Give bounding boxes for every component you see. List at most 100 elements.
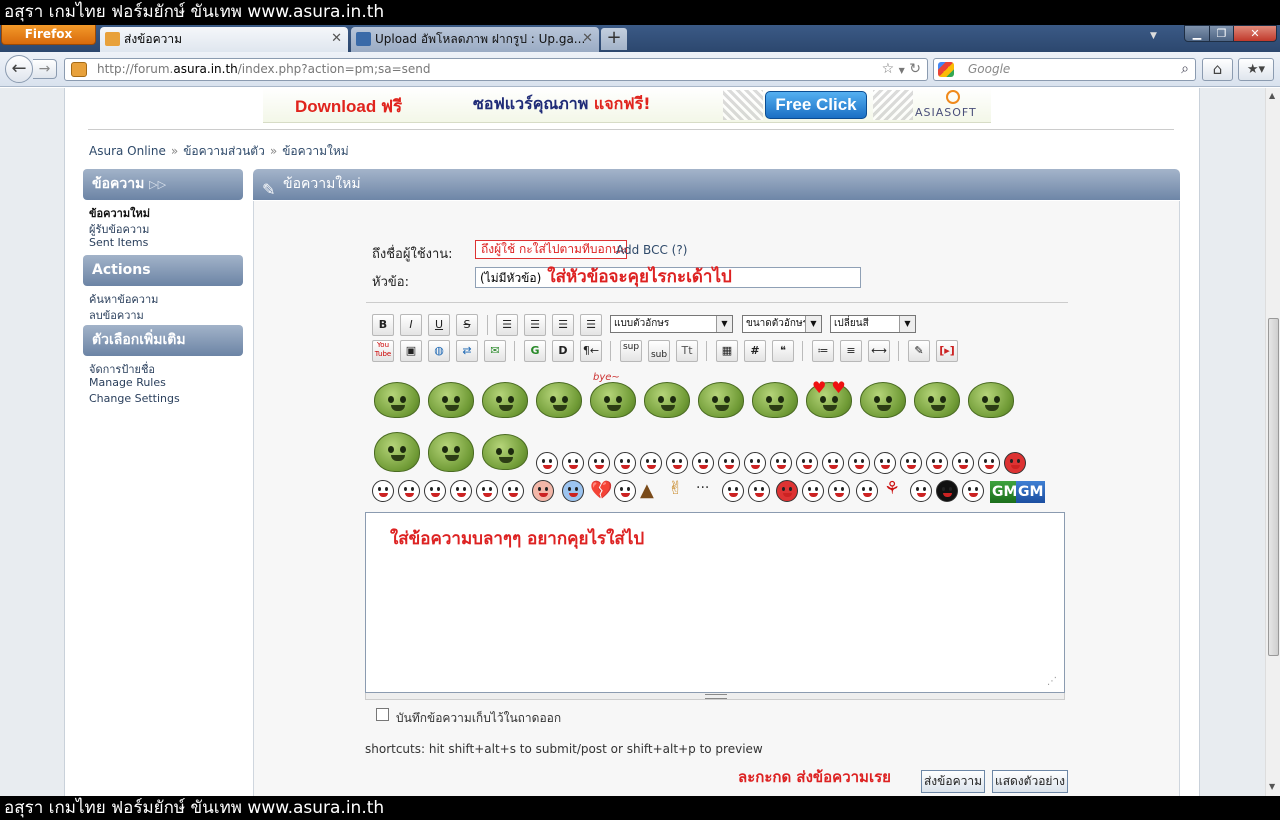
emoticon-face-icon[interactable] — [926, 452, 948, 474]
emoticon-blob-icon[interactable] — [914, 382, 960, 418]
sidebar-item-rules[interactable]: Manage Rules — [89, 376, 166, 389]
quote-icon[interactable]: ❝ — [772, 340, 794, 362]
gm-emoticon-blue[interactable]: GM — [1016, 481, 1046, 503]
emoticon-face-icon[interactable] — [848, 452, 870, 474]
font-size-select[interactable]: ขนาดตัวอักษร ▼ — [742, 315, 822, 333]
emoticon-face-icon[interactable] — [900, 452, 922, 474]
poop-icon[interactable]: ▲ — [640, 480, 654, 501]
bookmark-star-icon[interactable]: ☆ — [882, 61, 895, 77]
rtl-icon[interactable]: ¶← — [580, 340, 602, 362]
url-bar[interactable]: http://forum.asura.in.th/index.php?actio… — [64, 58, 928, 81]
reload-icon[interactable]: ↻ — [909, 61, 921, 77]
emoticon-face-icon[interactable] — [718, 452, 740, 474]
emoticon-blob-icon[interactable] — [428, 432, 474, 472]
tab-list-icon[interactable]: ▼ — [1150, 31, 1157, 41]
history-dropdown-icon[interactable]: ▼ — [899, 66, 905, 75]
emoticon-face-icon[interactable] — [692, 452, 714, 474]
align-center-icon[interactable]: ☰ — [524, 314, 546, 336]
save-outbox-checkbox[interactable] — [376, 708, 389, 721]
sidebar-item-sent[interactable]: Sent Items — [89, 236, 148, 249]
emoticon-blob-icon[interactable] — [860, 382, 906, 418]
minimize-icon[interactable]: ▁ — [1184, 25, 1210, 42]
forward-arrow-icon[interactable]: → — [33, 59, 57, 79]
close-tab-icon[interactable]: ✕ — [582, 27, 593, 51]
scroll-down-icon[interactable]: ▼ — [1269, 782, 1275, 791]
bold-button[interactable]: B — [372, 314, 394, 336]
maximize-icon[interactable]: ❐ — [1209, 25, 1234, 42]
teletype-button[interactable]: Tt — [676, 340, 698, 362]
free-click-button[interactable]: Free Click — [765, 91, 867, 119]
preview-button[interactable]: แสดงตัวอย่าง — [992, 770, 1068, 793]
emoticon-face-icon[interactable] — [910, 480, 932, 502]
search-icon[interactable]: ⌕ — [1181, 59, 1189, 80]
emoticon-blob-icon[interactable] — [428, 382, 474, 418]
table-icon[interactable]: ▦ — [716, 340, 738, 362]
dictionary-icon[interactable]: D — [552, 340, 574, 362]
emoticon-face-icon[interactable] — [952, 452, 974, 474]
scrollbar-thumb[interactable] — [1268, 318, 1279, 656]
emoticon-blob-icon[interactable] — [968, 382, 1014, 418]
search-box[interactable]: Google ⌕ — [933, 58, 1196, 81]
align-left-icon[interactable]: ☰ — [496, 314, 518, 336]
emoticon-blob-icon[interactable] — [374, 382, 420, 418]
italic-button[interactable]: I — [400, 314, 422, 336]
emoticon-blob-icon[interactable] — [482, 382, 528, 418]
emoticon-face-icon[interactable] — [588, 452, 610, 474]
emoticon-face-icon[interactable] — [744, 452, 766, 474]
emoticon-face-icon[interactable] — [770, 452, 792, 474]
breadcrumb-link[interactable]: Asura Online — [89, 144, 166, 158]
bullet-list-icon[interactable]: ≔ — [812, 340, 834, 362]
emoticon-face-icon[interactable] — [614, 452, 636, 474]
add-bcc-link[interactable]: Add BCC (?) — [616, 243, 687, 257]
victory-hand-icon[interactable]: ✌ — [668, 478, 683, 499]
emoticon-face-icon[interactable] — [476, 480, 498, 502]
emoticon-ninja-icon[interactable] — [936, 480, 958, 502]
emoticon-face-icon[interactable] — [502, 480, 524, 502]
justify-icon[interactable]: ☰ — [580, 314, 602, 336]
emoticon-face-icon[interactable] — [856, 480, 878, 502]
emoticon-face-icon[interactable] — [828, 480, 850, 502]
emoticon-pig-icon[interactable] — [532, 480, 554, 502]
message-textarea[interactable]: ใส่ข้อความบลาๆๆ อยากคุยไรใส่ไป — [365, 512, 1065, 693]
emoticon-face-icon[interactable] — [536, 452, 558, 474]
page-scrollbar[interactable]: ▲ ▼ — [1265, 88, 1280, 796]
subscript-button[interactable]: sub — [648, 340, 670, 362]
strike-button[interactable]: S — [456, 314, 478, 336]
emoticon-face-icon[interactable] — [562, 480, 584, 502]
insert-email-icon[interactable]: ✉ — [484, 340, 506, 362]
rose-icon[interactable]: ⚘ — [884, 478, 900, 499]
emoticon-blob-icon[interactable] — [752, 382, 798, 418]
sidebar-heading-messages[interactable]: ข้อความ ▷▷ — [83, 169, 243, 200]
ellipsis-icon[interactable]: ··· — [696, 480, 709, 496]
emoticon-face-icon[interactable] — [666, 452, 688, 474]
emoticon-blob-icon[interactable] — [536, 382, 582, 418]
toggle-view-icon[interactable]: [▸] — [936, 340, 958, 362]
emoticon-face-icon[interactable] — [722, 480, 744, 502]
sidebar-item-settings[interactable]: Change Settings — [89, 392, 180, 405]
emoticon-face-icon[interactable] — [450, 480, 472, 502]
emoticon-face-icon[interactable] — [562, 452, 584, 474]
breadcrumb-current[interactable]: ข้อความใหม่ — [282, 144, 349, 158]
emoticon-face-icon[interactable] — [614, 480, 636, 502]
align-right-icon[interactable]: ☰ — [552, 314, 574, 336]
bookmarks-menu-icon[interactable]: ★▾ — [1238, 58, 1274, 81]
insert-link-icon[interactable]: ◍ — [428, 340, 450, 362]
emoticon-blob-icon[interactable] — [590, 382, 636, 418]
horizontal-rule-icon[interactable]: ⟷ — [868, 340, 890, 362]
youtube-icon[interactable]: You Tube — [372, 340, 394, 362]
home-icon[interactable]: ⌂ — [1202, 58, 1233, 81]
new-tab-button[interactable]: + — [601, 28, 627, 50]
google-search-icon[interactable]: G — [524, 340, 546, 362]
emoticon-face-icon[interactable] — [978, 452, 1000, 474]
emoticon-face-icon[interactable] — [640, 452, 662, 474]
scroll-up-icon[interactable]: ▲ — [1269, 91, 1275, 100]
emoticon-blob-icon[interactable] — [644, 382, 690, 418]
collapse-arrows-icon[interactable]: ▷▷ — [149, 178, 166, 191]
emoticon-face-icon[interactable] — [874, 452, 896, 474]
emoticon-angry-icon[interactable] — [1004, 452, 1026, 474]
font-color-select[interactable]: เปลี่ยนสี ▼ — [830, 315, 916, 333]
subject-field[interactable]: (ไม่มีหัวข้อ) ใส่หัวข้อจะคุยไรกะเด้าไป — [475, 267, 861, 288]
broken-heart-icon[interactable]: 💔 — [590, 480, 612, 501]
resize-grip-icon[interactable]: ⋰ — [1047, 676, 1057, 687]
emoticon-face-icon[interactable] — [748, 480, 770, 502]
